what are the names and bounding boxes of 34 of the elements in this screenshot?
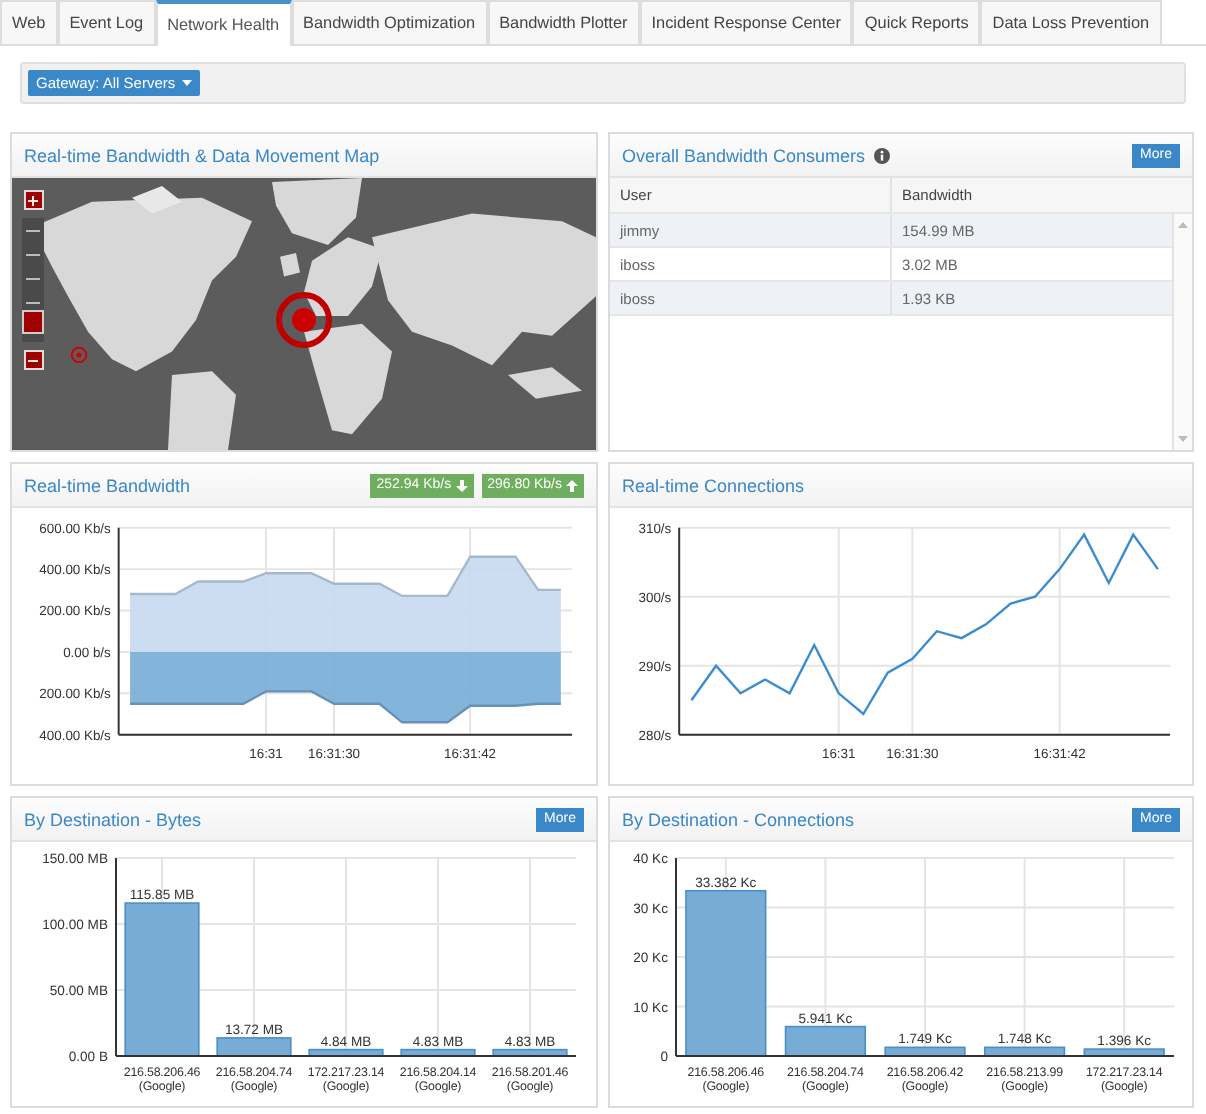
tab[interactable]: Data Loss Prevention — [980, 0, 1162, 44]
bar — [1083, 1048, 1165, 1057]
tab[interactable]: Network Health — [155, 0, 292, 46]
zoom-slider[interactable] — [22, 218, 44, 342]
map-marker-icon — [274, 290, 334, 350]
up-arrow-icon — [566, 479, 578, 491]
panel-title: By Destination - Connections — [622, 809, 855, 829]
plus-icon — [28, 195, 38, 205]
minus-icon — [28, 355, 38, 365]
tab[interactable]: Event Log — [57, 0, 156, 44]
zoom-out-button[interactable] — [23, 350, 43, 370]
bar — [216, 1037, 292, 1057]
slider-thumb[interactable] — [22, 309, 44, 334]
tab[interactable]: Web — [0, 0, 58, 44]
panel-title: Real-time Bandwidth — [24, 475, 191, 495]
bar — [784, 1025, 867, 1057]
tab[interactable]: Bandwidth Optimization — [291, 0, 488, 44]
bar — [983, 1046, 1066, 1057]
caret-icon — [181, 80, 192, 86]
panel-title: Real-time Bandwidth & Data Movement Map — [24, 145, 380, 165]
bar — [492, 1048, 568, 1057]
map-marker-icon — [70, 346, 88, 364]
info-icon — [873, 147, 890, 163]
panel-title: By Destination - Bytes — [24, 809, 202, 829]
panel-title: Overall Bandwidth Consumers — [622, 145, 866, 165]
bar — [308, 1048, 384, 1057]
zoom-in-button[interactable] — [23, 190, 43, 210]
tab[interactable]: Bandwidth Plotter — [487, 0, 640, 44]
tab[interactable]: Incident Response Center — [639, 0, 853, 44]
panel-title: Real-time Connections — [622, 475, 805, 495]
tab[interactable]: Quick Reports — [852, 0, 981, 44]
bar — [884, 1046, 966, 1057]
bar — [400, 1048, 476, 1057]
down-arrow-icon — [455, 479, 468, 491]
